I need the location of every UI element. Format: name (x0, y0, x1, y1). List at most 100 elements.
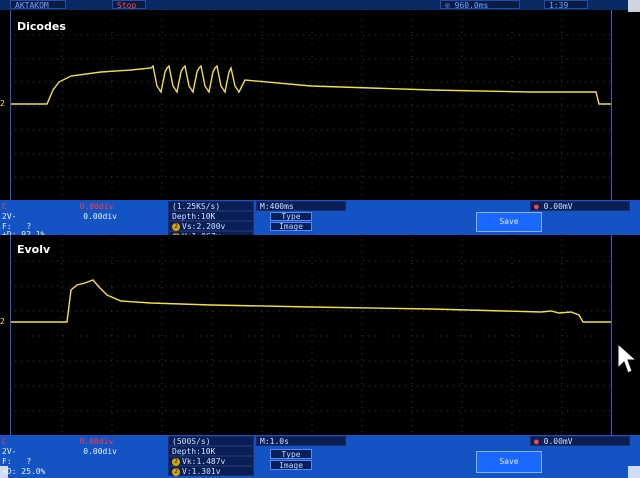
grid-dot (15, 410, 16, 412)
grid-dot (501, 335, 502, 337)
grid-dot (111, 389, 113, 390)
grid-dot (375, 385, 376, 387)
grid-dot (111, 377, 113, 378)
grid-dot (161, 341, 163, 342)
grid-dot (375, 360, 376, 362)
grid-dot (435, 34, 436, 36)
grid-dot (153, 285, 154, 287)
grid-dot (511, 371, 513, 372)
save-button[interactable]: Save (476, 451, 542, 473)
grid-dot (311, 158, 313, 159)
grid-dot (99, 385, 100, 387)
type-label: Type (270, 212, 312, 221)
grid-dot (511, 146, 513, 147)
grid-dot (459, 34, 460, 36)
grid-dot (369, 360, 370, 362)
grid-dot (111, 385, 112, 387)
grid-dot (117, 129, 118, 131)
grid-dot (525, 105, 526, 107)
grid-dot (411, 140, 413, 141)
grid-dot (255, 410, 256, 412)
channel-ground-marker: 2 (0, 99, 5, 108)
grid-dot (411, 263, 413, 264)
grid-dot (211, 413, 213, 414)
grid-dot (561, 347, 563, 348)
grid-dot (311, 323, 313, 324)
grid-dot (471, 153, 472, 155)
grid-dot (327, 335, 328, 337)
grid-dot (471, 129, 472, 131)
grid-dot (361, 110, 363, 111)
grid-dot (111, 104, 113, 105)
grid-dot (279, 360, 280, 362)
grid-dot (461, 353, 463, 354)
grid-dot (311, 425, 313, 426)
grid-dot (411, 74, 413, 75)
grid-dot (537, 153, 538, 155)
grid-dot (303, 129, 304, 131)
grid-dot (411, 62, 413, 63)
grid-dot (141, 285, 142, 287)
grid-dot (159, 105, 160, 107)
grid-dot (311, 128, 313, 129)
grid-dot (423, 105, 424, 107)
grid-dot (591, 105, 592, 107)
grid-dot (159, 176, 160, 178)
grid-dot (381, 285, 382, 287)
grid-dot (81, 285, 82, 287)
grid-dot (411, 245, 413, 246)
grid-dot (461, 245, 463, 246)
grid-dot (15, 385, 16, 387)
grid-dot (549, 260, 550, 262)
grid-dot (111, 105, 112, 107)
grid-dot (249, 34, 250, 36)
type-image-button[interactable]: Image (270, 460, 312, 470)
grid-dot (393, 58, 394, 60)
grid-dot (399, 176, 400, 178)
grid-dot (211, 188, 213, 189)
grid-dot (561, 239, 563, 240)
grid-dot (519, 410, 520, 412)
grid-dot (135, 360, 136, 362)
grid-dot (423, 260, 424, 262)
grid-dot (63, 335, 64, 337)
grid-dot (579, 81, 580, 83)
grid-dot (291, 58, 292, 60)
grid-dot (135, 385, 136, 387)
grid-dot (57, 310, 58, 312)
grid-dot (579, 285, 580, 287)
grid-dot (311, 14, 313, 15)
grid-dot (339, 410, 340, 412)
grid-dot (75, 58, 76, 60)
waveform-grid[interactable]: Evolv (10, 235, 612, 435)
grid-dot (63, 58, 64, 60)
grid-dot (33, 105, 34, 107)
grid-dot (27, 260, 28, 262)
save-button[interactable]: Save (476, 212, 542, 232)
grid-dot (357, 335, 358, 337)
type-image-button[interactable]: Image (270, 222, 312, 231)
grid-dot (161, 158, 163, 159)
grid-dot (123, 129, 124, 131)
grid-dot (161, 383, 163, 384)
grid-dot (261, 419, 263, 420)
grid-dot (111, 146, 113, 147)
grid-dot (555, 410, 556, 412)
grid-dot (69, 285, 70, 287)
v-readout: 2 V:1.301v (168, 466, 254, 476)
grid-dot (361, 395, 363, 396)
grid-dot (591, 310, 592, 312)
grid-dot (123, 335, 124, 337)
grid-dot (123, 58, 124, 60)
waveform-grid[interactable]: Dicodes (10, 10, 612, 200)
grid-dot (161, 32, 163, 33)
grid-dot (511, 257, 513, 258)
grid-dot (461, 68, 463, 69)
grid-dot (93, 410, 94, 412)
grid-dot (81, 410, 82, 412)
grid-dot (303, 285, 304, 287)
grid-dot (435, 385, 436, 387)
grid-dot (483, 385, 484, 387)
grid-dot (161, 371, 163, 372)
grid-dot (361, 74, 363, 75)
